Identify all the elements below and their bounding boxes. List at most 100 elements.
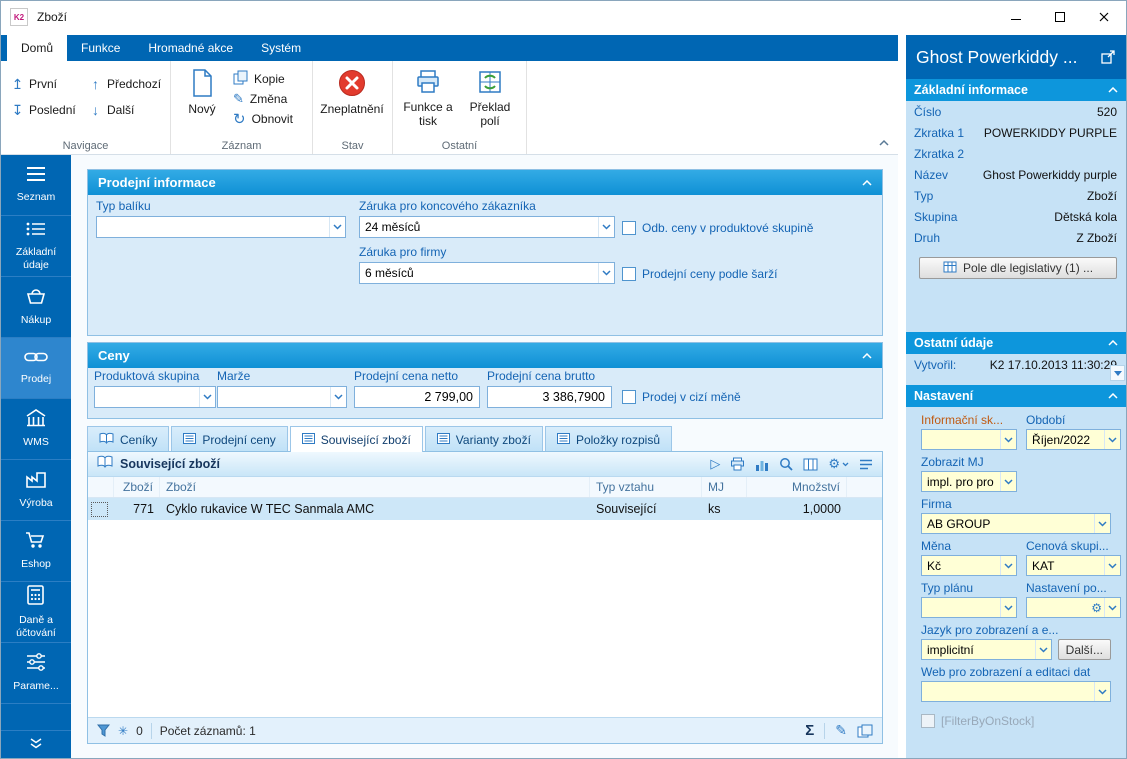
asterisk-icon[interactable]: ✳	[118, 724, 128, 738]
dropdown-icon[interactable]	[1094, 514, 1110, 533]
settings-button[interactable]: ⚙	[828, 456, 849, 472]
obnovit-button[interactable]: ↻ Obnovit	[233, 109, 293, 129]
tab-polozky-rozpisu[interactable]: Položky rozpisů	[544, 426, 672, 452]
prodej-cizi-mena-checkbox[interactable]: Prodej v cizí měně	[622, 390, 741, 404]
zaruka-zakaznik-select[interactable]: 24 měsíců	[359, 216, 615, 238]
filter-button[interactable]	[97, 724, 110, 738]
tab-souvisejici-zbozi[interactable]: Související zboží	[289, 426, 423, 452]
dropdown-icon[interactable]	[1000, 598, 1016, 617]
dropdown-icon[interactable]	[1104, 598, 1120, 617]
dropdown-icon[interactable]	[1000, 556, 1016, 575]
sidebar-item-wms[interactable]: WMS	[1, 399, 71, 460]
typ-planu-select[interactable]	[921, 597, 1017, 618]
ribbon-tab-domu[interactable]: Domů	[7, 35, 68, 61]
sidebar-item-vyroba[interactable]: Výroba	[1, 460, 71, 521]
close-button[interactable]	[1082, 1, 1126, 33]
ribbon-tab-system[interactable]: Systém	[247, 35, 315, 61]
column-header-mnozstvi[interactable]: Množství	[747, 477, 847, 497]
columns-button[interactable]	[803, 458, 818, 471]
sidebar-item-nakup[interactable]: Nákup	[1, 277, 71, 338]
field-value[interactable]: Dětská kola	[1054, 210, 1117, 224]
field-value[interactable]: 520	[1097, 105, 1117, 119]
chart-button[interactable]	[755, 458, 769, 471]
run-button[interactable]: ▷	[710, 456, 720, 472]
dropdown-icon[interactable]	[598, 217, 614, 237]
obdobi-select[interactable]: Říjen/2022	[1026, 429, 1121, 450]
kopie-button[interactable]: Kopie	[233, 69, 293, 89]
table-row[interactable]: 771 Cyklo rukavice W TEC Sanmala AMC Sou…	[88, 498, 882, 520]
jazyk-select[interactable]: implicitní	[921, 639, 1052, 660]
scrollbar-down-button[interactable]	[1110, 365, 1125, 381]
dalsi-button[interactable]: ↓ Další	[85, 102, 169, 118]
tab-ceniky[interactable]: Ceníky	[87, 426, 170, 452]
sum-button[interactable]: Σ	[805, 722, 814, 739]
sidebar-item-dane-a-uctovani[interactable]: Daně a účtování	[1, 582, 71, 643]
field-value[interactable]: Zboží	[1087, 189, 1117, 203]
cenova-skupina-select[interactable]: KAT	[1026, 555, 1121, 576]
dropdown-icon[interactable]	[1094, 682, 1110, 701]
field-value[interactable]: K2 17.10.2013 11:30:29	[990, 358, 1117, 372]
column-header-zbozi-id[interactable]: Zboží	[114, 477, 160, 497]
row-selector[interactable]	[88, 498, 114, 520]
prodejni-ceny-sarze-checkbox[interactable]: Prodejní ceny podle šarží	[622, 267, 777, 281]
firma-select[interactable]: AB GROUP	[921, 513, 1111, 534]
dropdown-icon[interactable]	[199, 387, 215, 407]
tab-prodejni-ceny[interactable]: Prodejní ceny	[171, 426, 288, 452]
zaruka-firmy-select[interactable]: 6 měsíců	[359, 262, 615, 284]
prvni-button[interactable]: ↥ První	[7, 76, 85, 93]
ribbon-tab-funkce[interactable]: Funkce	[67, 35, 134, 61]
sidebar-item-zakladni-udaje[interactable]: Základní údaje	[1, 216, 71, 277]
column-header-mj[interactable]: MJ	[702, 477, 747, 497]
zneplatneni-button[interactable]: Zneplatnění	[319, 65, 385, 117]
menu-button[interactable]	[859, 459, 873, 470]
dropdown-icon[interactable]	[1034, 640, 1051, 659]
tab-varianty-zbozi[interactable]: Varianty zboží	[424, 426, 543, 452]
maximize-button[interactable]	[1038, 1, 1082, 33]
dropdown-icon[interactable]	[1104, 556, 1120, 575]
typ-baliku-select[interactable]	[96, 216, 346, 238]
ceny-header[interactable]: Ceny	[88, 343, 882, 368]
dropdown-icon[interactable]	[330, 387, 346, 407]
cena-brutto-field[interactable]: 3 386,7900	[487, 386, 612, 408]
open-in-window-icon[interactable]	[1101, 50, 1116, 64]
predchozi-button[interactable]: ↑ Předchozí	[85, 76, 169, 92]
dalsi-options-button[interactable]: Další...	[1057, 639, 1111, 660]
search-button[interactable]	[779, 457, 793, 471]
preklad-poli-button[interactable]: Překlad polí	[461, 65, 519, 129]
print-button[interactable]	[730, 457, 745, 471]
dropdown-icon[interactable]	[329, 217, 345, 237]
field-value[interactable]: Ghost Powerkiddy purple	[983, 168, 1117, 182]
sidebar-more-button[interactable]	[1, 730, 71, 758]
cena-netto-field[interactable]: 2 799,00	[354, 386, 480, 408]
zobrazit-mj-select[interactable]: impl. pro pro	[921, 471, 1017, 492]
dropdown-icon[interactable]	[1104, 430, 1120, 449]
informacni-skupina-select[interactable]	[921, 429, 1017, 450]
bulk-edit-button[interactable]	[857, 724, 873, 738]
web-select[interactable]	[921, 681, 1111, 702]
dropdown-icon[interactable]	[1000, 430, 1016, 449]
column-header-typ-vztahu[interactable]: Typ vztahu	[590, 477, 702, 497]
odb-ceny-checkbox[interactable]: Odb. ceny v produktové skupině	[622, 221, 813, 235]
funkce-a-tisk-button[interactable]: Funkce a tisk	[399, 65, 457, 129]
ostatni-udaje-header[interactable]: Ostatní údaje	[906, 332, 1126, 354]
pole-dle-legislativy-button[interactable]: Pole dle legislativy (1) ...	[919, 257, 1117, 279]
zmena-button[interactable]: ✎ Změna	[233, 89, 293, 109]
field-value[interactable]: Z Zboží	[1076, 231, 1117, 245]
sidebar-item-eshop[interactable]: Eshop	[1, 521, 71, 582]
edit-button[interactable]: ✎	[835, 722, 847, 739]
dropdown-icon[interactable]	[598, 263, 614, 283]
sidebar-item-parametry[interactable]: Parame...	[1, 643, 71, 704]
prodejni-informace-header[interactable]: Prodejní informace	[88, 170, 882, 195]
filter-by-onstock-checkbox[interactable]: [FilterByOnStock]	[921, 714, 1111, 728]
zakladni-informace-header[interactable]: Základní informace	[906, 79, 1126, 101]
produktova-skupina-select[interactable]	[94, 386, 216, 408]
novy-button[interactable]: Nový	[177, 65, 227, 131]
minimize-button[interactable]	[994, 1, 1038, 33]
collapse-ribbon-button[interactable]	[878, 133, 890, 151]
column-header-zbozi-nazev[interactable]: Zboží	[160, 477, 590, 497]
sidebar-item-prodej[interactable]: Prodej	[1, 338, 71, 399]
dropdown-icon[interactable]	[1000, 472, 1016, 491]
posledni-button[interactable]: ↧ Poslední	[7, 102, 85, 119]
mena-select[interactable]: Kč	[921, 555, 1017, 576]
field-value[interactable]: POWERKIDDY PURPLE	[984, 126, 1117, 140]
